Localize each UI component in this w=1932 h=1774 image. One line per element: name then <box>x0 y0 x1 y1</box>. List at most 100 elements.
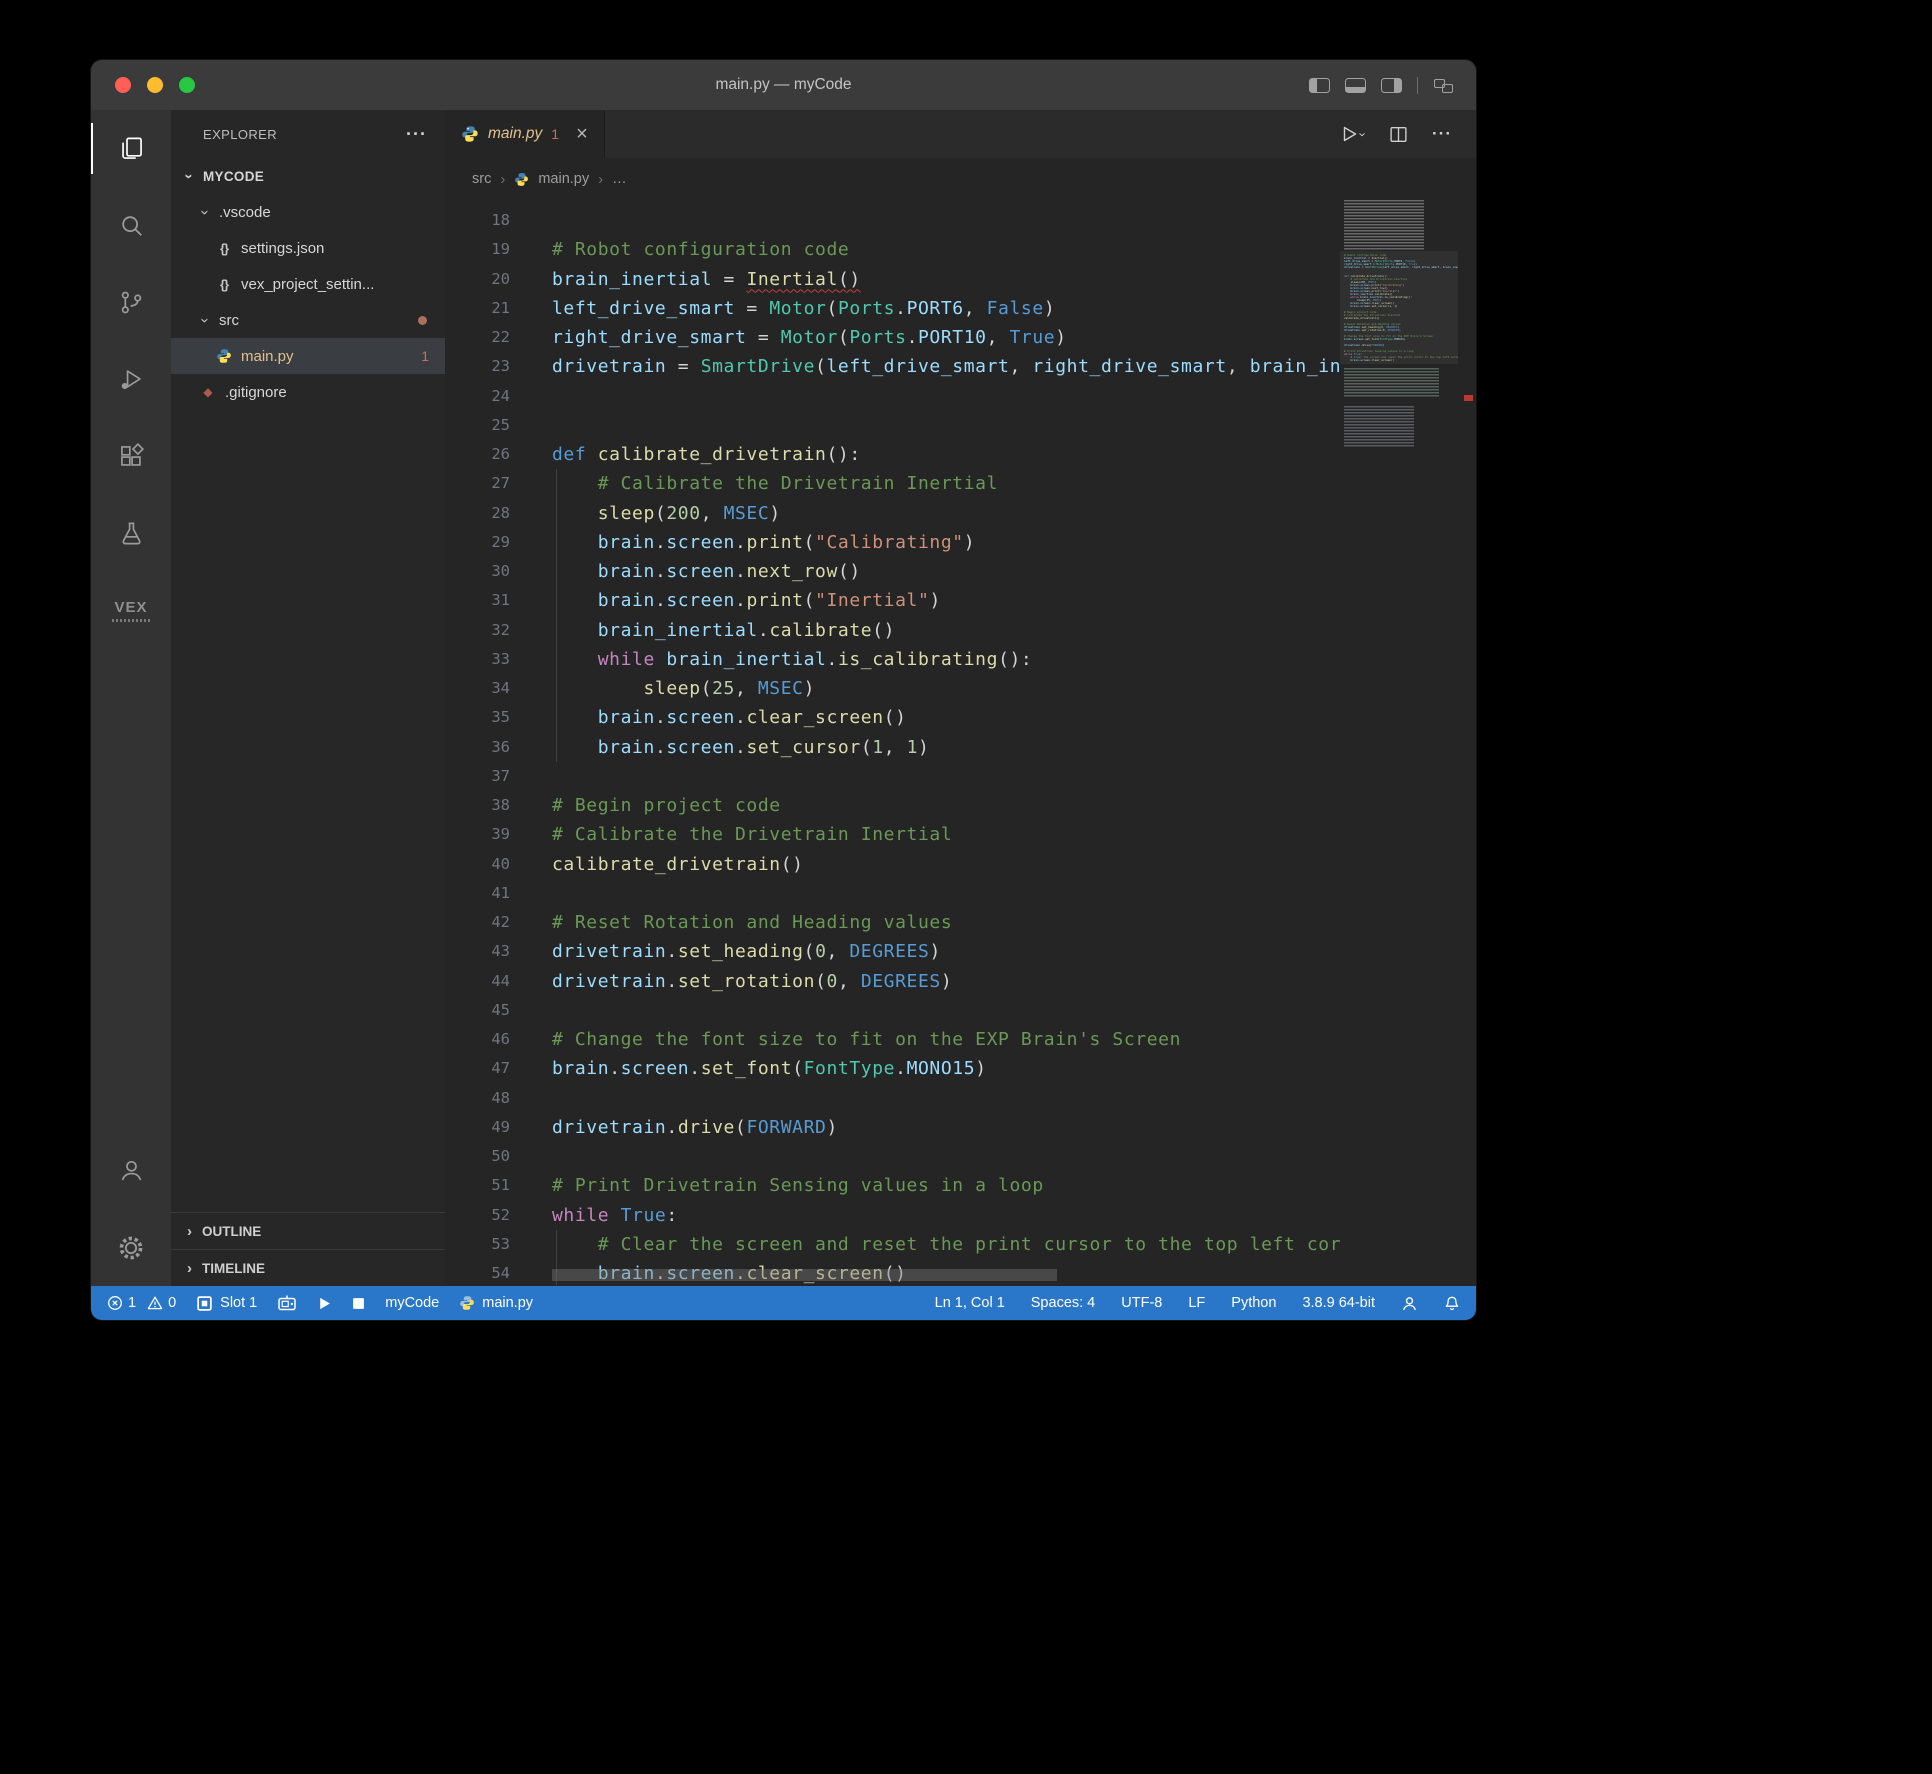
problems-status[interactable]: 1 0 <box>107 1295 176 1311</box>
horizontal-scrollbar[interactable] <box>552 1269 1057 1281</box>
tree-item-main-py[interactable]: main.py1 <box>171 338 445 374</box>
code-lines[interactable]: # Robot configuration codebrain_inertial… <box>445 206 1340 1286</box>
editor-actions-icon[interactable]: ··· <box>1432 124 1452 144</box>
code-line[interactable]: # Begin project code <box>445 791 1340 820</box>
tree-item-gitignore[interactable]: ◆.gitignore <box>171 374 445 410</box>
run-program-button[interactable] <box>317 1296 332 1311</box>
code-line[interactable]: brain.screen.print("Inertial") <box>445 586 1340 615</box>
slot-status[interactable]: Slot 1 <box>196 1295 257 1312</box>
stop-program-button[interactable] <box>352 1297 365 1310</box>
tree-item-mycode[interactable]: › MYCODE <box>171 158 445 194</box>
code-line[interactable]: # Calibrate the Drivetrain Inertial <box>445 820 1340 849</box>
close-button[interactable] <box>115 77 131 93</box>
breadcrumb-file[interactable]: main.py <box>538 171 589 187</box>
code-line[interactable] <box>445 762 1340 791</box>
project-status[interactable]: myCode <box>385 1295 439 1311</box>
breadcrumb-src[interactable]: src <box>472 171 491 187</box>
activity-settings[interactable] <box>91 1209 171 1286</box>
code-line[interactable]: calibrate_drivetrain() <box>445 850 1340 879</box>
activity-accounts[interactable] <box>91 1132 171 1209</box>
code-line[interactable]: while True: <box>445 1201 1340 1230</box>
code-line[interactable]: sleep(200, MSEC) <box>445 499 1340 528</box>
timeline-section[interactable]: › TIMELINE <box>171 1249 445 1286</box>
account-icon <box>118 1157 145 1184</box>
activity-search[interactable] <box>91 187 171 264</box>
activity-vex[interactable]: VEX <box>91 572 171 649</box>
activity-extensions[interactable] <box>91 418 171 495</box>
code-line[interactable]: brain_inertial = Inertial() <box>445 265 1340 294</box>
split-editor-icon[interactable] <box>1389 125 1408 144</box>
device-status[interactable] <box>277 1294 297 1312</box>
window-title: main.py — myCode <box>91 76 1476 94</box>
zoom-button[interactable] <box>179 77 195 93</box>
code-line[interactable]: # Calibrate the Drivetrain Inertial <box>445 469 1340 498</box>
minimap-slider[interactable] <box>1340 251 1458 364</box>
tree-item-label: .gitignore <box>225 384 287 401</box>
encoding-status[interactable]: UTF-8 <box>1121 1295 1162 1311</box>
gear-icon <box>117 1234 145 1262</box>
code-line[interactable]: # Reset Rotation and Heading values <box>445 908 1340 937</box>
toggle-secondary-sidebar-icon[interactable] <box>1381 78 1402 93</box>
code-line[interactable]: # Clear the screen and reset the print c… <box>445 1230 1340 1259</box>
code-line[interactable] <box>445 996 1340 1025</box>
eol-status[interactable]: LF <box>1188 1295 1205 1311</box>
feedback-button[interactable] <box>1401 1295 1418 1312</box>
code-line[interactable] <box>445 1084 1340 1113</box>
code-line[interactable] <box>445 879 1340 908</box>
tree-item-vex-project-settin[interactable]: {}vex_project_settin... <box>171 266 445 302</box>
code-line[interactable]: brain.screen.print("Calibrating") <box>445 528 1340 557</box>
code-line[interactable]: def calibrate_drivetrain(): <box>445 440 1340 469</box>
tree-item-settings-json[interactable]: {}settings.json <box>171 230 445 266</box>
tab-main-py[interactable]: main.py 1 × <box>445 110 605 158</box>
activity-run-debug[interactable] <box>91 341 171 418</box>
file-status[interactable]: main.py <box>459 1295 533 1311</box>
activity-explorer[interactable] <box>91 110 171 187</box>
code-line[interactable]: sleep(25, MSEC) <box>445 674 1340 703</box>
minimize-button[interactable] <box>147 77 163 93</box>
title-bar[interactable]: main.py — myCode <box>91 60 1476 110</box>
indentation-status[interactable]: Spaces: 4 <box>1031 1295 1096 1311</box>
cursor-position[interactable]: Ln 1, Col 1 <box>935 1295 1005 1311</box>
breadcrumb-symbol[interactable]: … <box>612 171 627 187</box>
toggle-primary-sidebar-icon[interactable] <box>1309 78 1330 93</box>
tree-item-vscode[interactable]: ›.vscode <box>171 194 445 230</box>
tab-problems-badge: 1 <box>551 126 559 142</box>
language-status[interactable]: Python <box>1231 1295 1276 1311</box>
code-line[interactable] <box>445 206 1340 235</box>
code-line[interactable]: # Robot configuration code <box>445 235 1340 264</box>
activity-testing[interactable] <box>91 495 171 572</box>
notifications-button[interactable] <box>1444 1295 1460 1312</box>
code-line[interactable]: brain.screen.set_font(FontType.MONO15) <box>445 1054 1340 1083</box>
interpreter-status[interactable]: 3.8.9 64-bit <box>1302 1295 1375 1311</box>
code-line[interactable]: right_drive_smart = Motor(Ports.PORT10, … <box>445 323 1340 352</box>
modified-dot-badge <box>418 316 427 325</box>
code-line[interactable]: left_drive_smart = Motor(Ports.PORT6, Fa… <box>445 294 1340 323</box>
activity-source-control[interactable] <box>91 264 171 341</box>
code-line[interactable]: # Change the font size to fit on the EXP… <box>445 1025 1340 1054</box>
code-editor[interactable]: 1819202122232425262728293031323334353637… <box>445 200 1476 1286</box>
code-line[interactable]: brain.screen.clear_screen() <box>445 703 1340 732</box>
code-line[interactable] <box>445 411 1340 440</box>
code-line[interactable]: brain.screen.set_cursor(1, 1) <box>445 733 1340 762</box>
code-line[interactable]: brain.screen.next_row() <box>445 557 1340 586</box>
tab-close-icon[interactable]: × <box>576 124 588 144</box>
minimap[interactable]: # Robot configuration codebrain_inertial… <box>1340 200 1458 1286</box>
tree-item-src[interactable]: ›src <box>171 302 445 338</box>
explorer-actions-icon[interactable]: ··· <box>406 124 427 145</box>
code-line[interactable]: brain_inertial.calibrate() <box>445 616 1340 645</box>
run-debug-icon <box>118 366 145 393</box>
warning-icon <box>147 1295 163 1311</box>
code-line[interactable]: drivetrain.set_rotation(0, DEGREES) <box>445 967 1340 996</box>
code-line[interactable]: drivetrain.set_heading(0, DEGREES) <box>445 937 1340 966</box>
code-line[interactable] <box>445 382 1340 411</box>
code-line[interactable]: drivetrain = SmartDrive(left_drive_smart… <box>445 352 1340 381</box>
python-icon <box>461 125 479 143</box>
code-line[interactable]: while brain_inertial.is_calibrating(): <box>445 645 1340 674</box>
customize-layout-icon[interactable] <box>1433 78 1454 93</box>
code-line[interactable]: drivetrain.drive(FORWARD) <box>445 1113 1340 1142</box>
toggle-panel-icon[interactable] <box>1345 78 1366 93</box>
outline-section[interactable]: › OUTLINE <box>171 1212 445 1249</box>
code-line[interactable]: # Print Drivetrain Sensing values in a l… <box>445 1171 1340 1200</box>
run-button[interactable]: › <box>1339 124 1365 144</box>
code-line[interactable] <box>445 1142 1340 1171</box>
